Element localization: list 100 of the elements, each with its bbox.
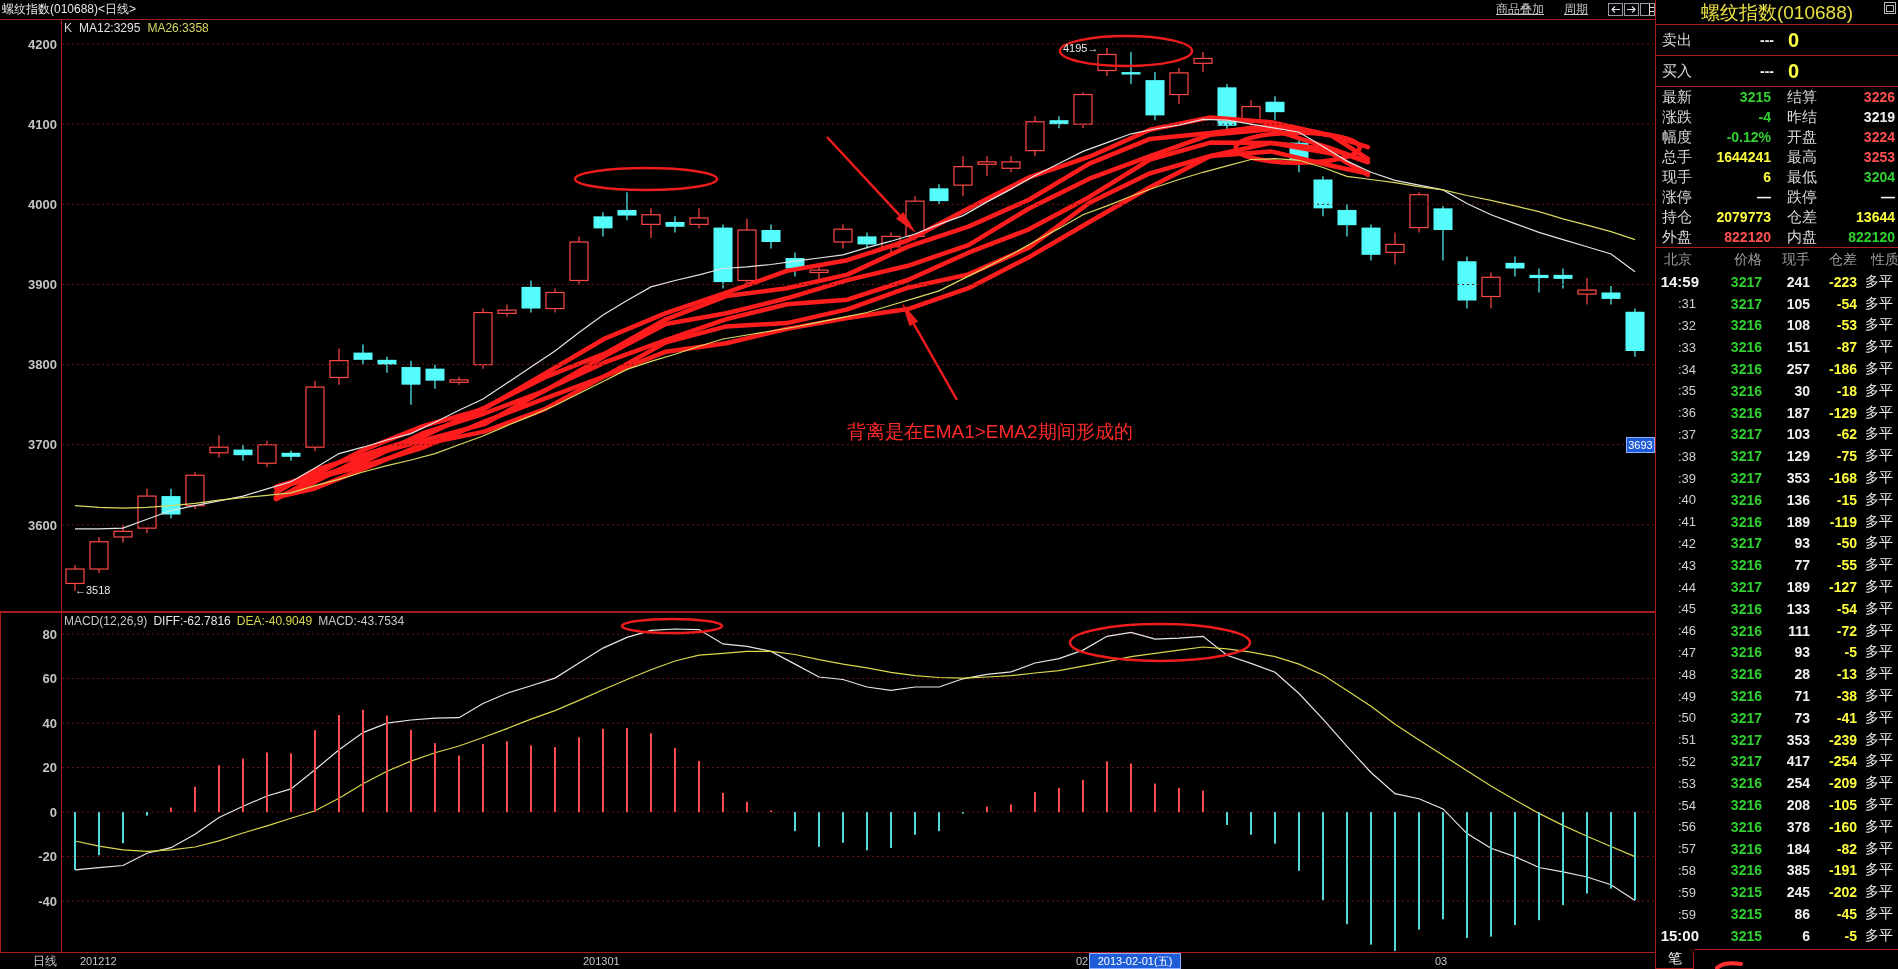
tick-nature: 多平	[1864, 861, 1894, 880]
tick-change: -72	[1835, 622, 1858, 639]
right-arrow-icon[interactable]	[1624, 3, 1639, 16]
panel-layout-icon[interactable]	[1640, 3, 1655, 16]
tick-change: -127	[1827, 579, 1858, 596]
tick-time: :51	[1676, 732, 1697, 748]
tick-price: 3216	[1729, 797, 1763, 813]
tick-price: 3217	[1729, 470, 1763, 487]
tick-nature: 多平	[1864, 556, 1894, 575]
toolbar-link[interactable]: 周期	[1564, 1, 1588, 18]
tick-volume: 71	[1793, 688, 1811, 705]
chart-title: 螺纹指数(010688)<日线>	[1, 1, 137, 18]
tick-time: :56	[1676, 819, 1697, 835]
scribble-drawing	[1715, 961, 1743, 969]
axis-label: 4100	[28, 116, 57, 132]
legend-label: DEA:-40.9049	[236, 614, 313, 628]
period-label: 日线	[33, 954, 57, 969]
stat-label: 最新	[1661, 87, 1693, 107]
tick-change: -254	[1827, 753, 1858, 770]
tick-nature: 多平	[1864, 730, 1894, 749]
tick-time: :43	[1676, 557, 1697, 573]
tick-price: 3216	[1729, 775, 1763, 792]
tick-change: -54	[1835, 295, 1858, 312]
tick-time: 15:00	[1659, 927, 1700, 945]
column-header: 北京	[1663, 250, 1693, 269]
axis-label: 60	[42, 671, 57, 687]
tick-time: :59	[1676, 906, 1697, 922]
tick-time: :32	[1676, 318, 1697, 333]
tick-price: 3216	[1729, 666, 1763, 683]
tick-price: 3217	[1729, 709, 1763, 726]
tick-change: -18	[1835, 382, 1858, 399]
order-label: 卖出	[1661, 30, 1693, 50]
tick-change: -45	[1835, 906, 1858, 922]
tick-change: -75	[1835, 448, 1858, 465]
tick-price: 3216	[1729, 644, 1763, 661]
stat-label: 外盘	[1661, 227, 1693, 247]
tick-time: :37	[1676, 426, 1697, 442]
tick-price: 3217	[1729, 295, 1763, 312]
tick-time: 14:59	[1659, 273, 1700, 291]
tick-price: 3217	[1729, 426, 1763, 443]
toolbar-link[interactable]: 商品叠加	[1496, 1, 1544, 18]
tick-price: 3217	[1729, 535, 1763, 552]
order-price: ---	[1759, 32, 1774, 48]
stat-value: -4	[1757, 109, 1772, 125]
tick-nature: 多平	[1864, 905, 1894, 923]
stat-label: 结算	[1786, 87, 1818, 107]
stat-value: 1644241	[1715, 149, 1772, 165]
tick-nature: 多平	[1864, 687, 1894, 706]
tick-time: :38	[1676, 448, 1697, 464]
tab[interactable]: 笔	[1656, 949, 1694, 969]
stat-value: -0.12%	[1725, 129, 1772, 145]
tick-change: -13	[1835, 666, 1858, 683]
stat-value: 3253	[1862, 149, 1896, 165]
tick-time: :45	[1676, 601, 1697, 617]
tick-price: 3215	[1729, 906, 1763, 922]
tick-nature: 多平	[1864, 294, 1894, 313]
stat-label: 内盘	[1786, 227, 1818, 247]
tick-change: -5	[1843, 644, 1858, 661]
instrument-title: 螺纹指数(010688)	[1700, 1, 1854, 25]
tick-volume: 245	[1785, 884, 1811, 901]
tick-change: -239	[1827, 731, 1858, 748]
stat-label: 涨跌	[1661, 107, 1693, 127]
tick-volume: 28	[1793, 666, 1811, 683]
legend-label: DIFF:-62.7816	[153, 614, 231, 628]
tick-volume: 30	[1793, 382, 1811, 399]
tick-volume: 189	[1785, 579, 1811, 596]
tick-volume: 6	[1801, 927, 1811, 944]
tick-change: -160	[1827, 818, 1858, 835]
tick-time: :57	[1676, 841, 1697, 857]
tick-nature: 多平	[1864, 534, 1894, 553]
tick-volume: 417	[1785, 753, 1811, 770]
stat-value: —	[1756, 189, 1772, 205]
stat-value: 6	[1762, 169, 1772, 185]
tick-nature: 多平	[1864, 752, 1894, 771]
window-icon[interactable]	[1884, 2, 1896, 14]
tick-change: -186	[1827, 361, 1858, 378]
tick-volume: 353	[1785, 470, 1811, 487]
tick-time: :33	[1676, 339, 1697, 355]
legend-label: MA12:3295	[79, 21, 141, 35]
tick-change: -62	[1835, 426, 1858, 443]
tick-change: -50	[1835, 535, 1858, 552]
tick-price: 3216	[1729, 622, 1763, 639]
tick-price: 3215	[1729, 927, 1763, 944]
tick-time: :34	[1676, 361, 1697, 377]
tick-price: 3216	[1729, 339, 1763, 356]
tick-time: :49	[1676, 688, 1697, 704]
tick-volume: 189	[1785, 513, 1811, 530]
left-arrow-icon[interactable]	[1608, 3, 1623, 16]
tick-price: 3216	[1729, 491, 1763, 508]
tick-price: 3217	[1729, 273, 1763, 290]
date-label: 201301	[583, 954, 620, 967]
tick-time: :54	[1676, 797, 1697, 813]
tick-volume: 111	[1787, 622, 1811, 639]
tick-nature: 多平	[1864, 665, 1894, 684]
tick-time: :41	[1676, 514, 1697, 530]
tick-volume: 86	[1793, 906, 1811, 922]
stat-value: 3219	[1862, 109, 1896, 125]
tick-change: -223	[1827, 273, 1858, 290]
tick-nature: 多平	[1864, 796, 1894, 814]
tick-change: -209	[1827, 775, 1858, 792]
